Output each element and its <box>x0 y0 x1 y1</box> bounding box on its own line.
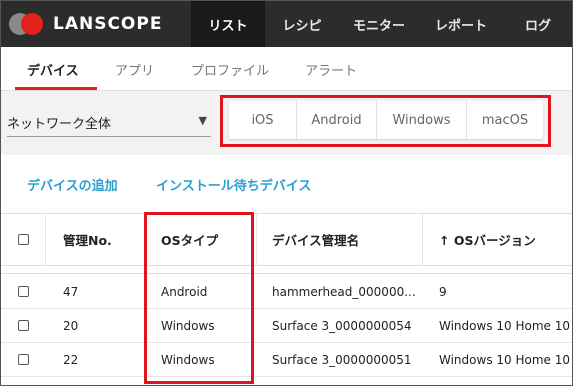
logo-mark-icon <box>9 13 49 35</box>
tab-devices[interactable]: デバイス <box>27 47 79 91</box>
row-select-cell <box>18 275 32 308</box>
table-header: 管理No. OSタイプ デバイス管理名 ↑ OSバージョン <box>1 214 572 266</box>
caret-down-icon: ▼ <box>198 114 207 127</box>
cell-device-name[interactable]: Surface 3_0000000051 <box>272 343 422 376</box>
active-tab-indicator <box>15 87 97 90</box>
table-row[interactable]: 22 Windows Surface 3_0000000051 Windows … <box>1 343 572 377</box>
column-divider <box>422 214 423 266</box>
os-filter-group: iOS Android Windows macOS <box>229 101 543 139</box>
header-os-type[interactable]: OSタイプ <box>161 214 251 265</box>
scope-select-value: ネットワーク全体 <box>7 117 112 132</box>
cell-device-name[interactable]: hammerhead_000000... <box>272 275 422 308</box>
topnav-item-monitor[interactable]: モニター <box>339 1 419 47</box>
tab-profiles[interactable]: プロファイル <box>191 47 269 91</box>
cell-os-type: Windows <box>161 352 215 367</box>
cell-os-type: Windows <box>161 318 215 333</box>
topnav-item-recipe[interactable]: レシピ <box>265 1 339 47</box>
cell-mgmt-no: 47 <box>63 284 79 299</box>
table-row[interactable]: 20 Windows Surface 3_0000000054 Windows … <box>1 309 572 343</box>
os-filter-android-button[interactable]: Android <box>297 101 377 139</box>
top-nav: リスト レシピ モニター レポート ログ <box>191 1 572 47</box>
os-filter-windows-button[interactable]: Windows <box>377 101 467 139</box>
cell-device-name[interactable]: Surface 3_0000000054 <box>272 309 422 342</box>
pending-install-devices-link[interactable]: インストール待ちデバイス <box>156 175 311 194</box>
topnav-item-log[interactable]: ログ <box>503 1 572 47</box>
header-device-name[interactable]: デバイス管理名 <box>272 214 412 265</box>
row-checkbox[interactable] <box>18 286 29 297</box>
app-logo[interactable]: LANSCOPE <box>9 10 162 38</box>
table-row[interactable]: 47 Android hammerhead_000000... 9 <box>1 275 572 309</box>
tab-alerts[interactable]: アラート <box>305 47 357 91</box>
row-select-cell <box>18 309 32 342</box>
sub-tabs: デバイス アプリ プロファイル アラート <box>1 47 572 91</box>
select-all-checkbox[interactable] <box>18 234 29 245</box>
row-checkbox[interactable] <box>18 354 29 365</box>
cell-os-version: Windows 10 Home 10 <box>439 318 570 333</box>
top-bar: LANSCOPE リスト レシピ モニター レポート ログ <box>1 1 572 47</box>
app-window: LANSCOPE リスト レシピ モニター レポート ログ デバイス アプリ プ… <box>0 0 573 386</box>
header-os-version[interactable]: ↑ OSバージョン <box>439 214 569 265</box>
scope-select[interactable]: ネットワーク全体 ▼ <box>7 109 211 137</box>
topnav-item-list[interactable]: リスト <box>191 1 265 47</box>
cell-os-version: Windows 10 Home 10 <box>439 352 570 367</box>
select-all-cell <box>18 214 32 265</box>
column-divider <box>146 214 147 266</box>
add-device-link[interactable]: デバイスの追加 <box>27 175 118 194</box>
row-select-cell <box>18 343 32 376</box>
header-spacer <box>1 266 572 274</box>
topnav-item-report[interactable]: レポート <box>419 1 503 47</box>
device-table: 管理No. OSタイプ デバイス管理名 ↑ OSバージョン 47 Android… <box>1 213 572 385</box>
column-divider <box>45 214 46 266</box>
tab-apps[interactable]: アプリ <box>115 47 154 91</box>
cell-mgmt-no: 20 <box>63 318 79 333</box>
cell-os-version: 9 <box>439 284 447 299</box>
filter-row: ネットワーク全体 ▼ iOS Android Windows macOS <box>1 91 572 155</box>
os-filter-macos-button[interactable]: macOS <box>467 101 543 139</box>
actions-bar: デバイスの追加 インストール待ちデバイス <box>1 155 572 213</box>
header-mgmt-no[interactable]: 管理No. <box>63 214 143 265</box>
os-filter-ios-button[interactable]: iOS <box>229 101 297 139</box>
column-divider <box>256 214 257 266</box>
cell-os-type: Android <box>161 284 208 299</box>
logo-text: LANSCOPE <box>53 14 163 34</box>
cell-mgmt-no: 22 <box>63 352 79 367</box>
row-checkbox[interactable] <box>18 320 29 331</box>
